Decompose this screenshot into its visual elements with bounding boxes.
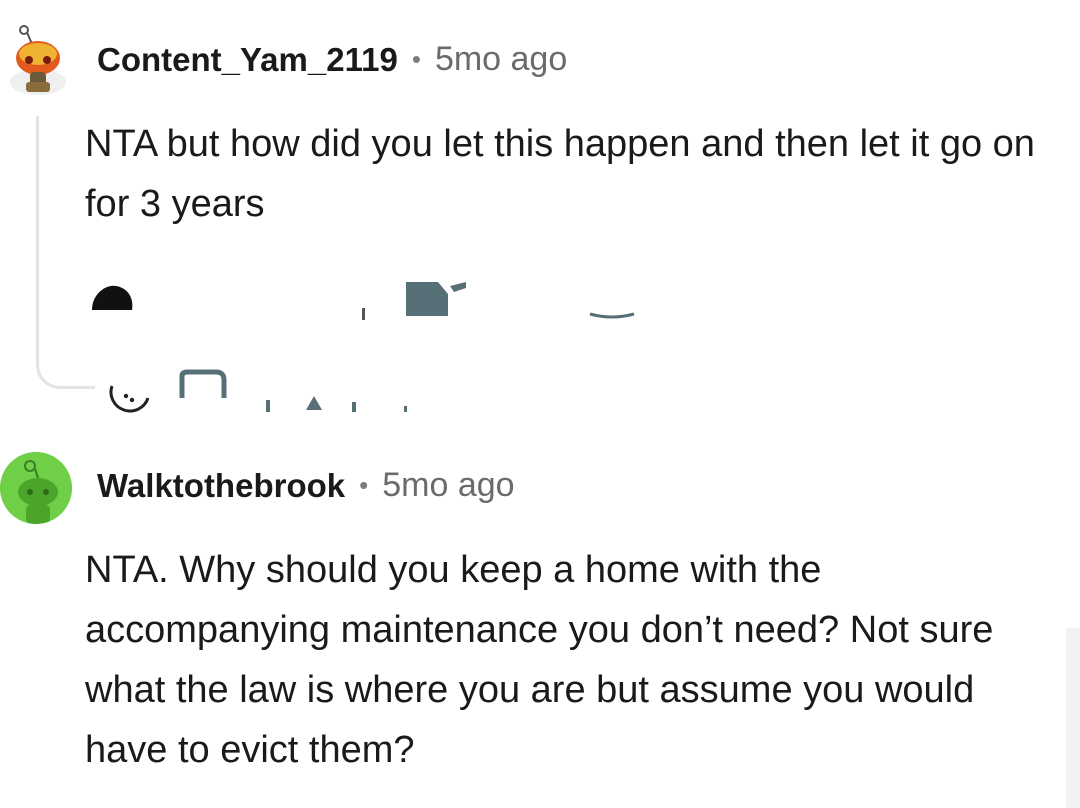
- downvote-icon[interactable]: [360, 306, 368, 320]
- username[interactable]: Content_Yam_2119: [97, 41, 398, 79]
- comment-timestamp: 5mo ago: [434, 40, 568, 78]
- comment-body: NTA but how did you let this happen and …: [85, 123, 1035, 225]
- comment-header: Content_Yam_2119 • 5mo ago: [97, 40, 567, 79]
- username[interactable]: Walktothebrook: [97, 467, 345, 505]
- comment-header: Walktothebrook • 5mo ago: [97, 466, 515, 505]
- reply-icon[interactable]: [404, 280, 474, 320]
- snoo-helmet-avatar-icon: [10, 25, 66, 95]
- more-options-icon[interactable]: [104, 372, 156, 416]
- user-avatar[interactable]: [4, 24, 70, 96]
- user-avatar[interactable]: [0, 452, 72, 524]
- meta-separator: •: [411, 44, 421, 74]
- award-icon[interactable]: [178, 368, 232, 412]
- comment-body: NTA. Why should you keep a home with the…: [85, 549, 994, 771]
- upvote-icon[interactable]: [88, 280, 136, 320]
- comment-timestamp: 5mo ago: [382, 466, 515, 504]
- snoo-green-avatar-icon: [0, 452, 72, 524]
- scrollbar[interactable]: [1066, 628, 1080, 808]
- meta-separator: •: [359, 470, 369, 500]
- action-tick-marks: [266, 396, 407, 412]
- share-icon[interactable]: [588, 310, 636, 322]
